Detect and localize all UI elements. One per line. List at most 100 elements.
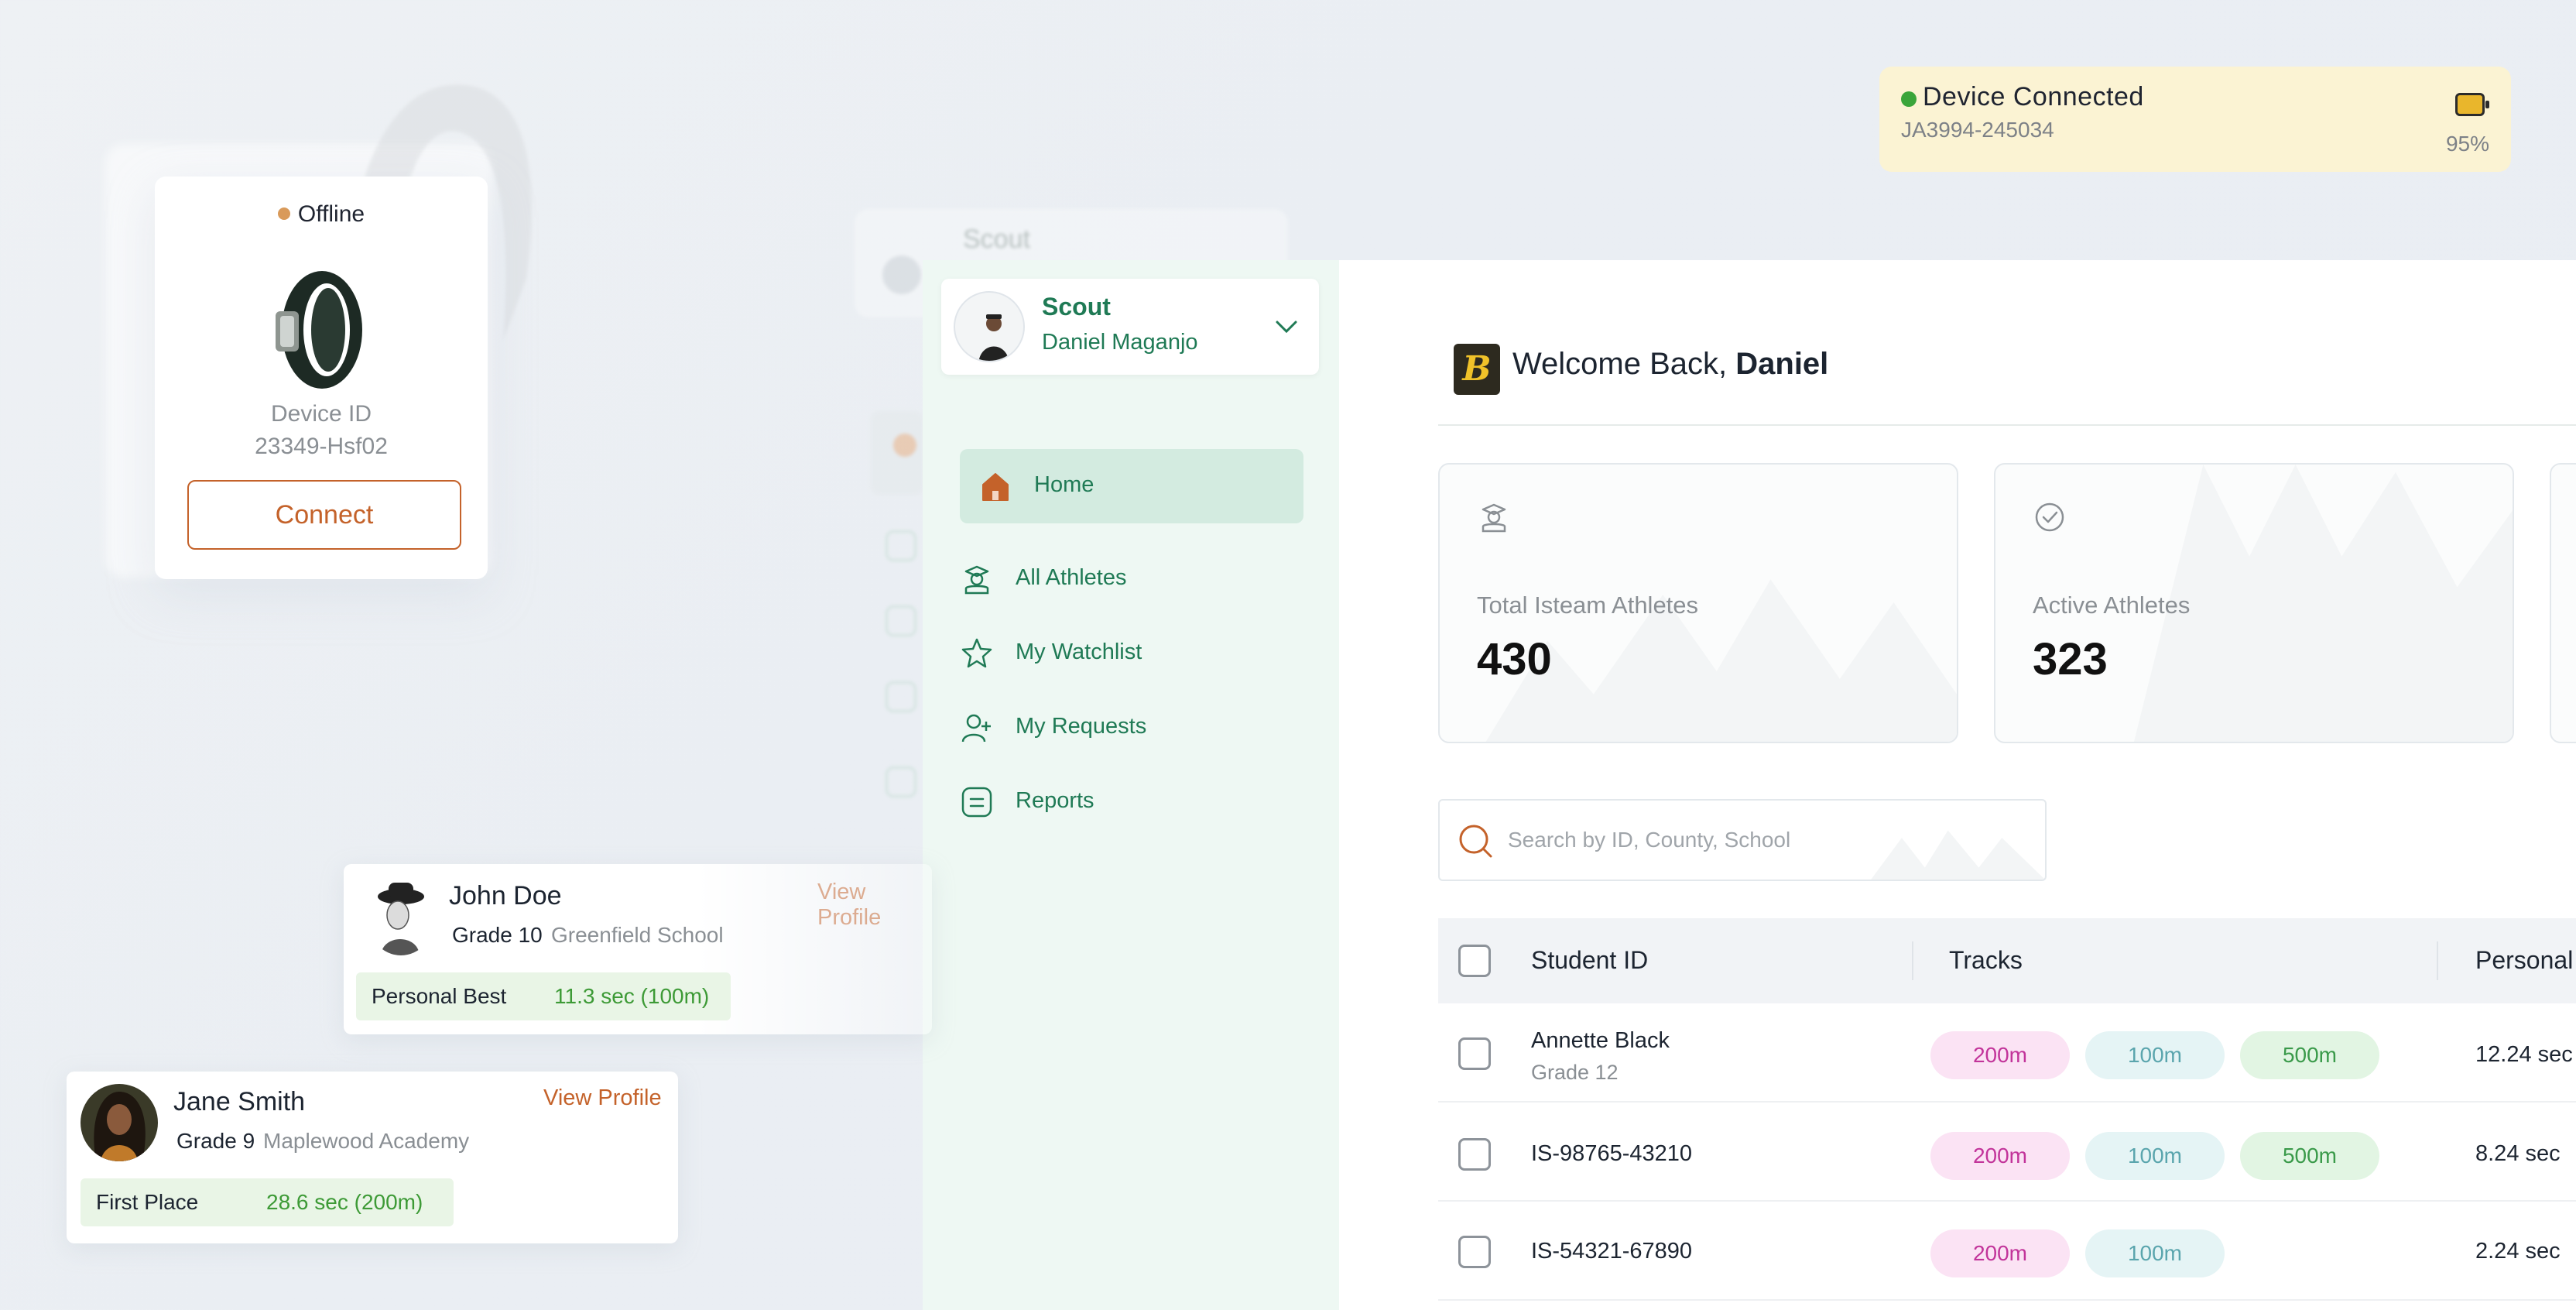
search-icon — [1459, 825, 1492, 858]
column-header-personal[interactable]: Personal — [2475, 946, 2573, 975]
student-id: Annette Black — [1531, 1028, 1670, 1053]
row-checkbox[interactable] — [1458, 1236, 1491, 1268]
stat-badge-value: 11.3 sec (100m) — [554, 984, 710, 1008]
sidebar-item-home[interactable]: Home — [960, 449, 1303, 523]
column-header-tracks[interactable]: Tracks — [1949, 946, 2023, 975]
stat-badge: Personal Best 11.3 sec (100m) — [356, 972, 731, 1020]
athlete-grade: Grade 9 — [176, 1129, 255, 1153]
column-divider — [1912, 941, 1913, 980]
table-header: Student ID Tracks Personal — [1438, 918, 2576, 1003]
view-profile-link[interactable]: View Profile — [817, 880, 932, 931]
stat-card-active-athletes: Active Athletes 323 — [1994, 463, 2514, 743]
select-all-checkbox[interactable] — [1458, 945, 1491, 977]
battery-percent: 95% — [2445, 132, 2489, 156]
track-chip: 200m — [1930, 1031, 2070, 1079]
device-status-label: Offline — [297, 201, 365, 227]
user-plus-icon — [961, 714, 991, 742]
athlete-grade: Grade 10 — [452, 923, 543, 947]
star-icon — [961, 638, 992, 668]
avatar — [954, 291, 1025, 362]
device-id-value: 23349-Hsf02 — [255, 434, 388, 459]
header-divider — [1438, 424, 2576, 426]
stat-badge: First Place 28.6 sec (200m) — [80, 1178, 454, 1226]
profile-name: Daniel Maganjo — [1042, 330, 1198, 355]
row-checkbox[interactable] — [1458, 1138, 1491, 1171]
column-header-student-id[interactable]: Student ID — [1531, 946, 1648, 975]
stat-card-total-athletes: Total Isteam Athletes 430 — [1438, 463, 1958, 743]
battery-icon — [2455, 93, 2489, 116]
personal-best-time: 8.24 sec — [2475, 1141, 2561, 1166]
table-row[interactable]: IS-54321-67890 200m 100m 2.24 sec — [1438, 1202, 2576, 1301]
sidebar-item-label: Reports — [1016, 788, 1094, 813]
welcome-prefix: Welcome Back, — [1512, 347, 1736, 381]
connected-dot-icon — [1901, 91, 1917, 107]
device-connected-banner: Device Connected JA3994-245034 95% — [1879, 67, 2511, 172]
sidebar-item-reports[interactable]: Reports — [960, 765, 1303, 839]
profile-role: Scout — [1042, 293, 1111, 321]
student-id: IS-98765-43210 — [1531, 1141, 1692, 1166]
report-icon — [961, 787, 992, 818]
table-row[interactable]: Annette Black Grade 12 200m 100m 500m 12… — [1438, 1003, 2576, 1103]
sidebar-item-my-watchlist[interactable]: My Watchlist — [960, 616, 1303, 691]
row-checkbox[interactable] — [1458, 1037, 1491, 1070]
home-icon — [982, 473, 1009, 501]
athlete-name: John Doe — [449, 881, 562, 910]
student-id: IS-54321-67890 — [1531, 1239, 1692, 1264]
sidebar-item-label: My Watchlist — [1016, 640, 1142, 664]
device-serial: JA3994-245034 — [1901, 118, 2054, 142]
athlete-icon — [964, 565, 989, 595]
sidebar-item-label: My Requests — [1016, 714, 1147, 739]
main-panel: B Welcome Back, Daniel Total Isteam Athl… — [1339, 260, 2576, 1310]
welcome-name: Daniel — [1735, 347, 1829, 381]
sidebar-item-label: Home — [1034, 472, 1094, 497]
status-dot-icon — [277, 207, 290, 220]
view-profile-link[interactable]: View Profile — [543, 1085, 662, 1111]
athlete-name: Jane Smith — [173, 1087, 306, 1116]
stat-badge-label: First Place — [96, 1190, 199, 1214]
column-divider — [2437, 941, 2438, 980]
graduate-icon — [1482, 503, 1506, 533]
track-chip: 100m — [2085, 1229, 2225, 1277]
smartwatch-icon — [276, 271, 362, 389]
personal-best-time: 2.24 sec — [2475, 1239, 2561, 1264]
sidebar-item-label: All Athletes — [1016, 565, 1127, 590]
stat-value: 430 — [1477, 634, 1552, 684]
avatar — [367, 880, 435, 955]
search-input[interactable] — [1508, 801, 2034, 880]
track-chip: 100m — [2085, 1031, 2225, 1079]
chevron-down-icon[interactable] — [1271, 311, 1302, 342]
stat-value: 323 — [2033, 634, 2108, 684]
search-box[interactable] — [1438, 799, 2047, 881]
device-id-label: Device ID — [270, 401, 372, 427]
track-chip: 500m — [2240, 1031, 2379, 1079]
stat-card-partial — [2550, 463, 2576, 743]
ghost-scout-label: Scout — [963, 225, 1030, 254]
track-chip: 200m — [1930, 1229, 2070, 1277]
stat-label: Active Athletes — [2033, 592, 2191, 619]
sidebar: Scout Daniel Maganjo Home All Athletes M… — [923, 260, 1339, 1310]
device-status: Offline — [155, 201, 488, 228]
stat-badge-value: 28.6 sec (200m) — [266, 1190, 423, 1214]
track-chip: 100m — [2085, 1132, 2225, 1180]
athlete-card-john-doe[interactable]: John Doe Grade 10 Greenfield School View… — [344, 864, 932, 1034]
athlete-school: Maplewood Academy — [263, 1129, 470, 1153]
offline-device-card: Offline Device ID 23349-Hsf02 Connect — [155, 177, 488, 579]
connect-button[interactable]: Connect — [187, 480, 461, 550]
athlete-card-jane-smith[interactable]: Jane Smith Grade 9 Maplewood Academy Vie… — [67, 1072, 678, 1243]
personal-best-time: 12.24 sec — [2475, 1042, 2573, 1067]
check-circle-icon — [2035, 502, 2064, 532]
device-status-title: Device Connected — [1923, 82, 2144, 111]
profile-switcher[interactable]: Scout Daniel Maganjo — [941, 279, 1319, 375]
table-row[interactable]: IS-98765-43210 200m 100m 500m 8.24 sec — [1438, 1103, 2576, 1202]
student-grade: Grade 12 — [1531, 1061, 1619, 1084]
sidebar-item-my-requests[interactable]: My Requests — [960, 691, 1303, 765]
track-chip: 500m — [2240, 1132, 2379, 1180]
track-chip: 200m — [1930, 1132, 2070, 1180]
brand-logo: B — [1454, 344, 1500, 395]
page-title: Welcome Back, Daniel — [1512, 347, 1828, 382]
avatar — [80, 1084, 158, 1161]
athlete-school: Greenfield School — [551, 923, 724, 947]
sidebar-item-all-athletes[interactable]: All Athletes — [960, 542, 1303, 616]
stat-label: Total Isteam Athletes — [1477, 592, 1699, 619]
stat-badge-label: Personal Best — [372, 984, 507, 1008]
